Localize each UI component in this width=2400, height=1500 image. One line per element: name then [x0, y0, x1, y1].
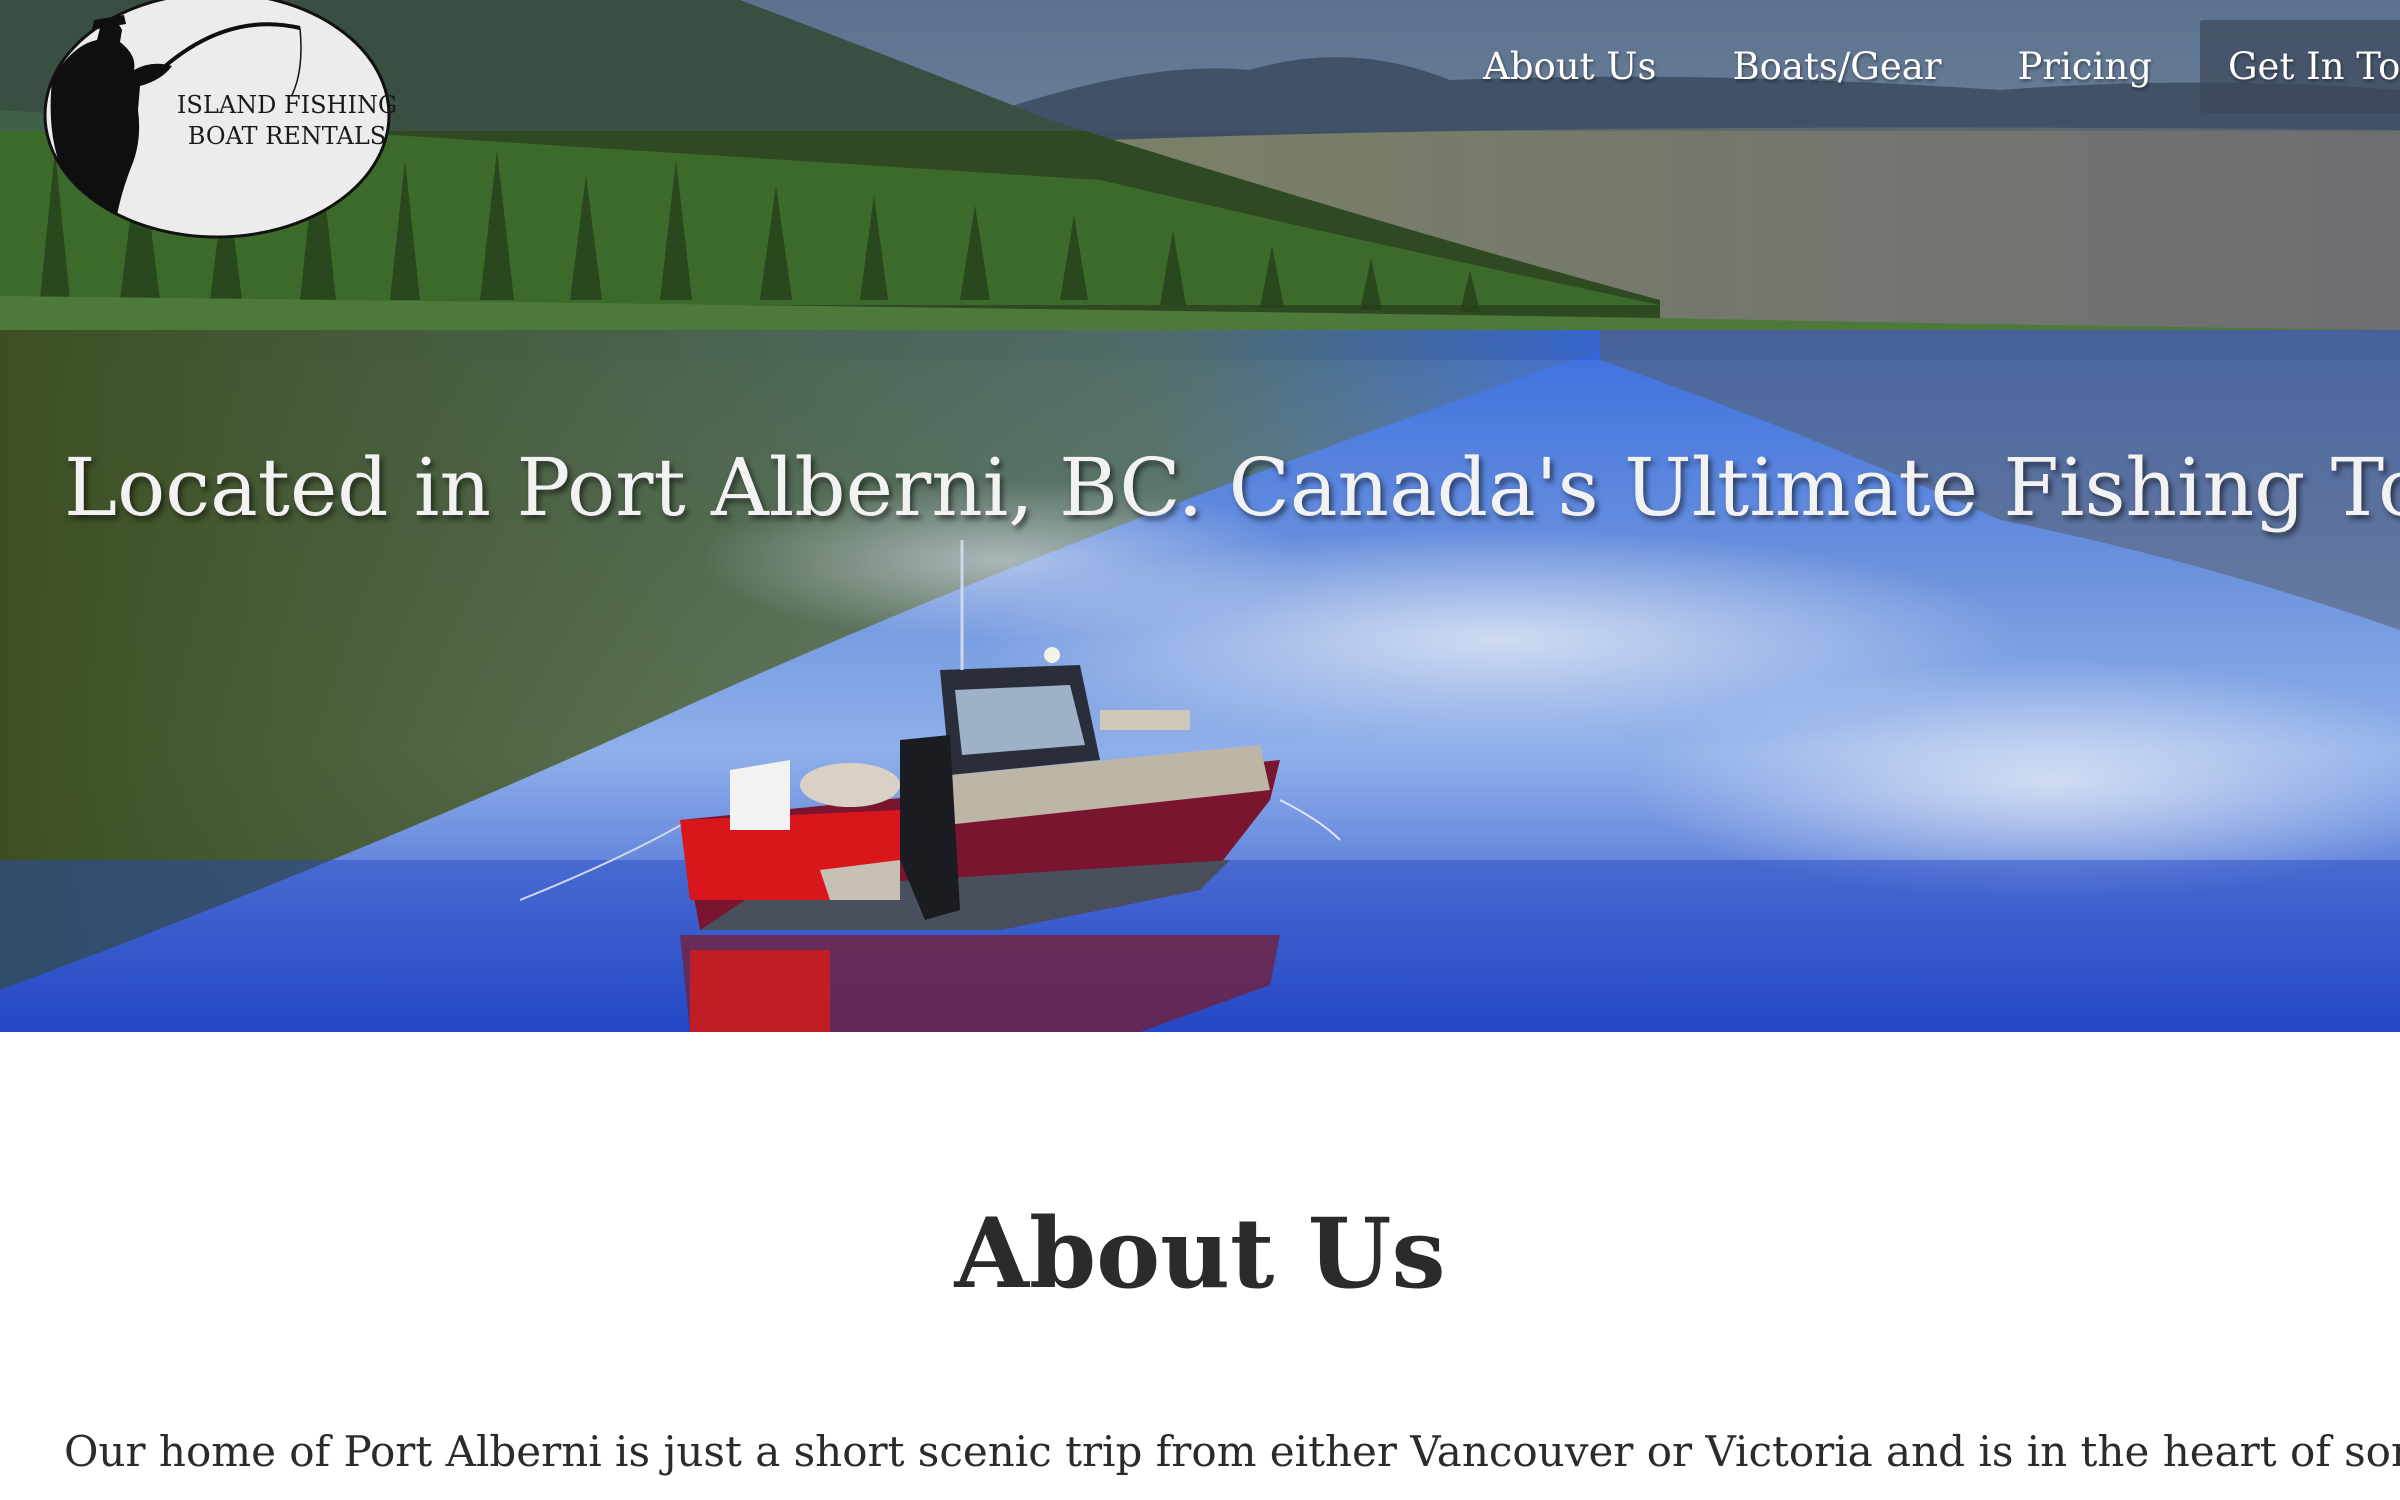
hero-headline: Located in Port Alberni, BC. Canada's Ul…: [64, 441, 2400, 534]
brand-logo[interactable]: ISLAND FISHING BOAT RENTALS: [42, 0, 397, 240]
about-paragraph: Our home of Port Alberni is just a short…: [64, 1427, 2400, 1476]
nav-link-about-us[interactable]: About Us: [1483, 45, 1656, 88]
nav-link-boats-gear[interactable]: Boats/Gear: [1732, 45, 1941, 88]
nav-link-pricing[interactable]: Pricing: [2018, 45, 2153, 88]
logo-wordmark: ISLAND FISHING BOAT RENTALS: [172, 90, 402, 152]
nav-link-get-in-touch[interactable]: Get In Touch: [2200, 20, 2400, 113]
logo-line-2: BOAT RENTALS: [187, 122, 387, 150]
logo-line-1: ISLAND FISHING: [176, 91, 398, 119]
main-nav: About Us Boats/Gear Pricing Get In Touch: [1407, 20, 2400, 113]
about-heading: About Us: [954, 1197, 1446, 1310]
